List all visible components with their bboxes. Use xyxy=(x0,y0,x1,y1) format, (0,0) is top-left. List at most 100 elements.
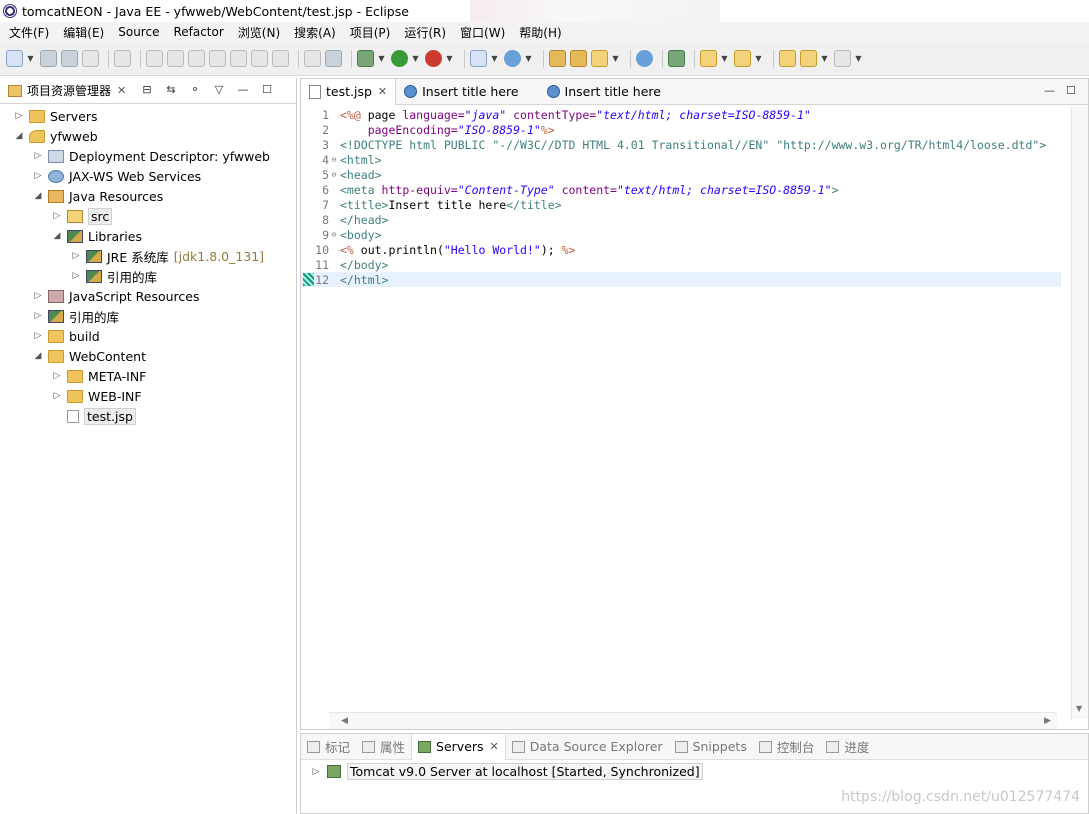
link-with-editor-icon[interactable]: ⇆ xyxy=(164,82,178,96)
expand-icon[interactable]: ▷ xyxy=(311,767,321,777)
save-all-icon[interactable] xyxy=(61,50,78,67)
tree-item[interactable]: ◢ WebContent xyxy=(33,346,146,366)
chevron-down-icon[interactable]: ▼ xyxy=(612,54,619,63)
menu-window[interactable]: 窗口(W) xyxy=(453,24,512,41)
tab-insert-title-1[interactable]: Insert title here xyxy=(396,79,526,105)
forward-icon[interactable] xyxy=(834,50,851,67)
debug-icon[interactable] xyxy=(357,50,374,67)
fold-icon[interactable]: ⊖ xyxy=(329,230,339,239)
collapse-all-icon[interactable]: ⊟ xyxy=(140,82,154,96)
minimize-icon[interactable]: — xyxy=(1044,84,1058,97)
tree-item[interactable]: ▷ build xyxy=(33,326,100,346)
close-icon[interactable]: ✕ xyxy=(490,740,499,753)
step-return-icon[interactable] xyxy=(272,50,289,67)
scroll-right-icon[interactable]: ▶ xyxy=(1044,716,1051,726)
run-icon[interactable] xyxy=(391,50,408,67)
terminate-icon[interactable] xyxy=(188,50,205,67)
open-console-icon[interactable] xyxy=(304,50,321,67)
tree-item[interactable]: ▷ JavaScript Resources xyxy=(33,286,200,306)
minimize-icon[interactable]: — xyxy=(236,82,250,96)
expand-icon[interactable]: ▷ xyxy=(33,151,43,161)
maximize-icon[interactable]: ☐ xyxy=(260,82,274,96)
annotation-marker-icon[interactable] xyxy=(303,273,314,286)
scroll-left-icon[interactable]: ◀ xyxy=(341,716,348,726)
tree-item[interactable]: ◢ Libraries xyxy=(52,226,142,246)
menu-run[interactable]: 运行(R) xyxy=(397,24,453,41)
tree-item[interactable]: ◢ Java Resources xyxy=(33,186,164,206)
fold-icon[interactable]: ⊖ xyxy=(329,170,339,179)
tab-properties[interactable]: 属性 xyxy=(356,734,411,760)
expand-icon[interactable]: ▷ xyxy=(71,271,81,281)
new-server-icon[interactable] xyxy=(470,50,487,67)
step-into-icon[interactable] xyxy=(230,50,247,67)
save-icon[interactable] xyxy=(40,50,57,67)
expand-icon[interactable]: ▷ xyxy=(14,111,24,121)
tree-item[interactable]: ▷ JAX-WS Web Services xyxy=(33,166,202,186)
close-icon[interactable]: ✕ xyxy=(117,84,126,97)
step-over-icon[interactable] xyxy=(251,50,268,67)
new-web-service-icon[interactable] xyxy=(504,50,521,67)
chevron-down-icon[interactable]: ▼ xyxy=(855,54,862,63)
tree-item[interactable]: ▷ Deployment Descriptor: yfwweb xyxy=(33,146,270,166)
code-editor[interactable]: 1 <%@ page language="java" contentType="… xyxy=(301,107,1061,707)
open-task-icon[interactable] xyxy=(570,50,587,67)
chevron-down-icon[interactable]: ▼ xyxy=(27,54,34,63)
last-edit-location-icon[interactable] xyxy=(779,50,796,67)
next-annotation-icon[interactable] xyxy=(700,50,717,67)
expand-icon[interactable]: ▷ xyxy=(52,391,62,401)
globe-icon[interactable] xyxy=(636,50,653,67)
scroll-down-icon[interactable]: ▼ xyxy=(1076,704,1082,713)
tree-item[interactable]: ▷ src xyxy=(52,206,113,226)
toggle-mark-icon[interactable] xyxy=(668,50,685,67)
open-type-icon[interactable] xyxy=(549,50,566,67)
tree-item[interactable]: ▷ META-INF xyxy=(52,366,147,386)
back-icon[interactable] xyxy=(800,50,817,67)
filter-icon[interactable]: ⚬ xyxy=(188,82,202,96)
expand-icon[interactable]: ▷ xyxy=(33,171,43,181)
expand-icon[interactable]: ▷ xyxy=(71,251,81,261)
new-icon[interactable] xyxy=(6,50,23,67)
tab-markers[interactable]: 标记 xyxy=(301,734,356,760)
tree-item[interactable]: ▷ JRE 系统库 [jdk1.8.0_131] xyxy=(71,246,265,266)
menu-refactor[interactable]: Refactor xyxy=(166,25,230,39)
menu-help[interactable]: 帮助(H) xyxy=(512,24,568,41)
tree-item[interactable]: ▷ Servers xyxy=(14,106,98,126)
project-explorer-tab[interactable]: 项目资源管理器 ✕ xyxy=(8,78,126,104)
chevron-down-icon[interactable]: ▼ xyxy=(755,54,762,63)
skip-breakpoints-icon[interactable] xyxy=(114,50,131,67)
collapse-icon[interactable]: ◢ xyxy=(33,351,43,361)
view-menu-icon[interactable]: ▽ xyxy=(212,82,226,96)
chevron-down-icon[interactable]: ▼ xyxy=(721,54,728,63)
expand-icon[interactable]: ▷ xyxy=(52,371,62,381)
menu-source[interactable]: Source xyxy=(111,25,166,39)
tree-item[interactable]: ▷ 引用的库 xyxy=(33,306,119,326)
menu-search[interactable]: 搜索(A) xyxy=(287,24,343,41)
expand-icon[interactable]: ▷ xyxy=(33,291,43,301)
external-tools-icon[interactable] xyxy=(425,50,442,67)
collapse-icon[interactable]: ◢ xyxy=(33,191,43,201)
horizontal-scrollbar[interactable]: ◀ ▶ xyxy=(329,712,1057,729)
expand-icon[interactable]: ▷ xyxy=(33,331,43,341)
maximize-icon[interactable]: ☐ xyxy=(1066,84,1080,97)
fold-icon[interactable]: ⊖ xyxy=(329,155,339,164)
suspend-icon[interactable] xyxy=(167,50,184,67)
vertical-scrollbar[interactable]: ▼ xyxy=(1071,107,1088,719)
previous-annotation-icon[interactable] xyxy=(734,50,751,67)
collapse-icon[interactable]: ◢ xyxy=(52,231,62,241)
expand-icon[interactable]: ▷ xyxy=(52,211,62,221)
tab-data-source-explorer[interactable]: Data Source Explorer xyxy=(506,734,669,760)
chevron-down-icon[interactable]: ▼ xyxy=(821,54,828,63)
tree-item[interactable]: ▷ 引用的库 xyxy=(71,266,157,286)
resume-icon[interactable] xyxy=(146,50,163,67)
disconnect-icon[interactable] xyxy=(209,50,226,67)
menu-project[interactable]: 项目(P) xyxy=(343,24,398,41)
tab-servers[interactable]: Servers ✕ xyxy=(411,733,506,760)
expand-icon[interactable]: ▷ xyxy=(33,311,43,321)
tree-item[interactable]: ◢ yfwweb xyxy=(14,126,98,146)
menu-navigate[interactable]: 浏览(N) xyxy=(231,24,287,41)
chevron-down-icon[interactable]: ▼ xyxy=(378,54,385,63)
tab-progress[interactable]: 进度 xyxy=(820,734,875,760)
chevron-down-icon[interactable]: ▼ xyxy=(525,54,532,63)
print-icon[interactable] xyxy=(82,50,99,67)
chevron-down-icon[interactable]: ▼ xyxy=(412,54,419,63)
